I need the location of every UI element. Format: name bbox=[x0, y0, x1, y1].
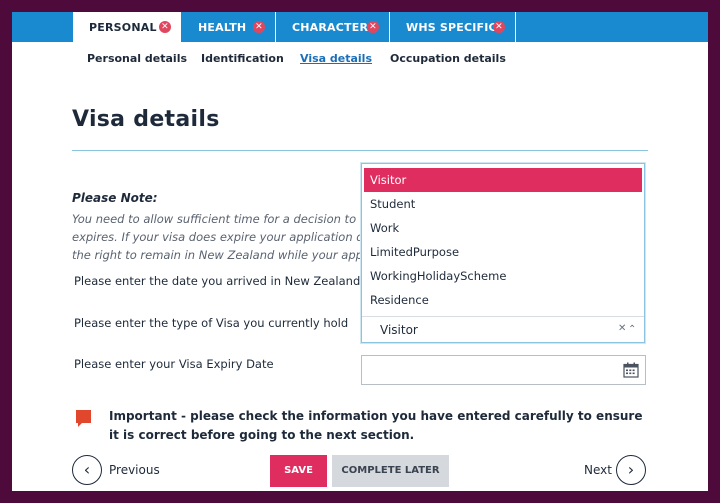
arrival-date-label: Please enter the date you arrived in New… bbox=[74, 274, 361, 288]
visa-option-visitor[interactable]: Visitor bbox=[364, 168, 642, 192]
close-icon[interactable]: ✕ bbox=[493, 21, 505, 33]
subnav-personal-details[interactable]: Personal details bbox=[87, 52, 187, 65]
top-tab-bar: PERSONAL ✕ HEALTH ✕ CHARACTER ✕ WHS SPEC… bbox=[12, 12, 708, 42]
complete-later-button[interactable]: COMPLETE LATER bbox=[332, 455, 449, 487]
visa-option-work[interactable]: Work bbox=[364, 216, 642, 240]
tab-label: HEALTH bbox=[198, 20, 247, 34]
tab-character[interactable]: CHARACTER ✕ bbox=[276, 12, 390, 42]
visa-type-label: Please enter the type of Visa you curren… bbox=[74, 316, 349, 330]
previous-label[interactable]: Previous bbox=[109, 463, 160, 477]
page-title: Visa details bbox=[72, 107, 220, 132]
section-subnav: Personal details Identification Visa det… bbox=[12, 52, 708, 70]
note-line: expires. If your visa does expire your a… bbox=[72, 230, 362, 244]
close-icon[interactable]: ✕ bbox=[253, 21, 265, 33]
subnav-identification[interactable]: Identification bbox=[201, 52, 284, 65]
chevron-left-icon: ‹ bbox=[83, 460, 91, 479]
visa-selected-value[interactable]: Visitor bbox=[380, 323, 418, 337]
next-label[interactable]: Next bbox=[584, 463, 612, 477]
tab-personal[interactable]: PERSONAL ✕ bbox=[72, 12, 182, 42]
subnav-visa-details[interactable]: Visa details bbox=[300, 52, 372, 65]
tab-label: CHARACTER bbox=[292, 20, 369, 34]
important-icon bbox=[76, 410, 91, 427]
clear-icon[interactable]: ✕ bbox=[618, 323, 626, 334]
page: PERSONAL ✕ HEALTH ✕ CHARACTER ✕ WHS SPEC… bbox=[12, 12, 708, 491]
subnav-occupation-details[interactable]: Occupation details bbox=[390, 52, 506, 65]
important-message: Important - please check the information… bbox=[109, 409, 643, 442]
divider bbox=[72, 150, 648, 151]
calendar-icon[interactable] bbox=[623, 362, 639, 378]
tab-health[interactable]: HEALTH ✕ bbox=[182, 12, 276, 42]
visa-expiry-date-input[interactable] bbox=[361, 355, 646, 385]
tab-label: WHS SPECIFIC bbox=[406, 20, 497, 34]
close-icon[interactable]: ✕ bbox=[159, 21, 171, 33]
chevron-up-icon[interactable]: ⌃ bbox=[628, 324, 636, 335]
tab-label: PERSONAL bbox=[89, 20, 157, 34]
note-line: You need to allow sufficient time for a … bbox=[72, 212, 362, 226]
chevron-right-icon: › bbox=[627, 460, 635, 479]
tab-whs-specific[interactable]: WHS SPECIFIC ✕ bbox=[390, 12, 516, 42]
next-button[interactable]: › bbox=[616, 455, 646, 485]
visa-option-residence[interactable]: Residence bbox=[364, 288, 642, 312]
note-body: You need to allow sufficient time for a … bbox=[72, 210, 362, 264]
save-button[interactable]: SAVE bbox=[270, 455, 327, 487]
note-line: the right to remain in New Zealand while… bbox=[72, 248, 362, 262]
expiry-date-label: Please enter your Visa Expiry Date bbox=[74, 357, 274, 371]
note-title: Please Note: bbox=[72, 191, 158, 205]
previous-button[interactable]: ‹ bbox=[72, 455, 102, 485]
close-icon[interactable]: ✕ bbox=[367, 21, 379, 33]
dropdown-separator bbox=[362, 316, 644, 317]
visa-option-student[interactable]: Student bbox=[364, 192, 642, 216]
visa-type-select[interactable]: Visitor Student Work LimitedPurpose Work… bbox=[361, 163, 645, 343]
visa-option-working-holiday-scheme[interactable]: WorkingHolidayScheme bbox=[364, 264, 642, 288]
visa-option-limited-purpose[interactable]: LimitedPurpose bbox=[364, 240, 642, 264]
